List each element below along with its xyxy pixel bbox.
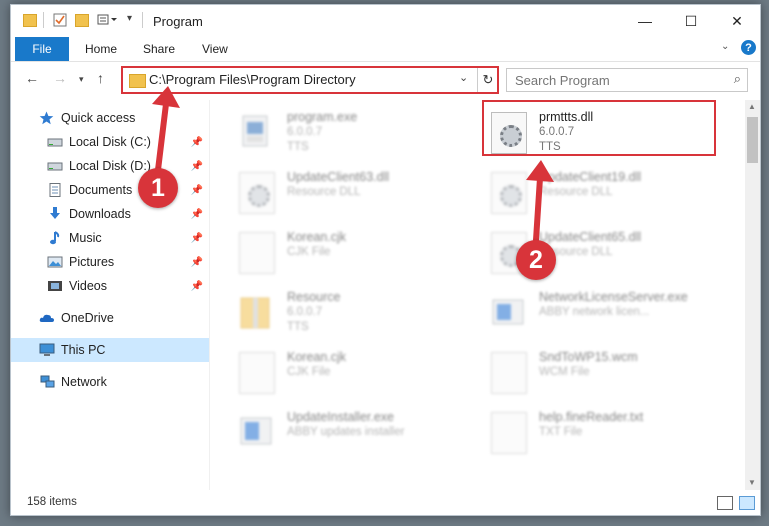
callout-step-1: 1 <box>138 168 178 208</box>
annotation-arrows <box>152 86 554 243</box>
callout-step-2: 2 <box>516 240 556 280</box>
